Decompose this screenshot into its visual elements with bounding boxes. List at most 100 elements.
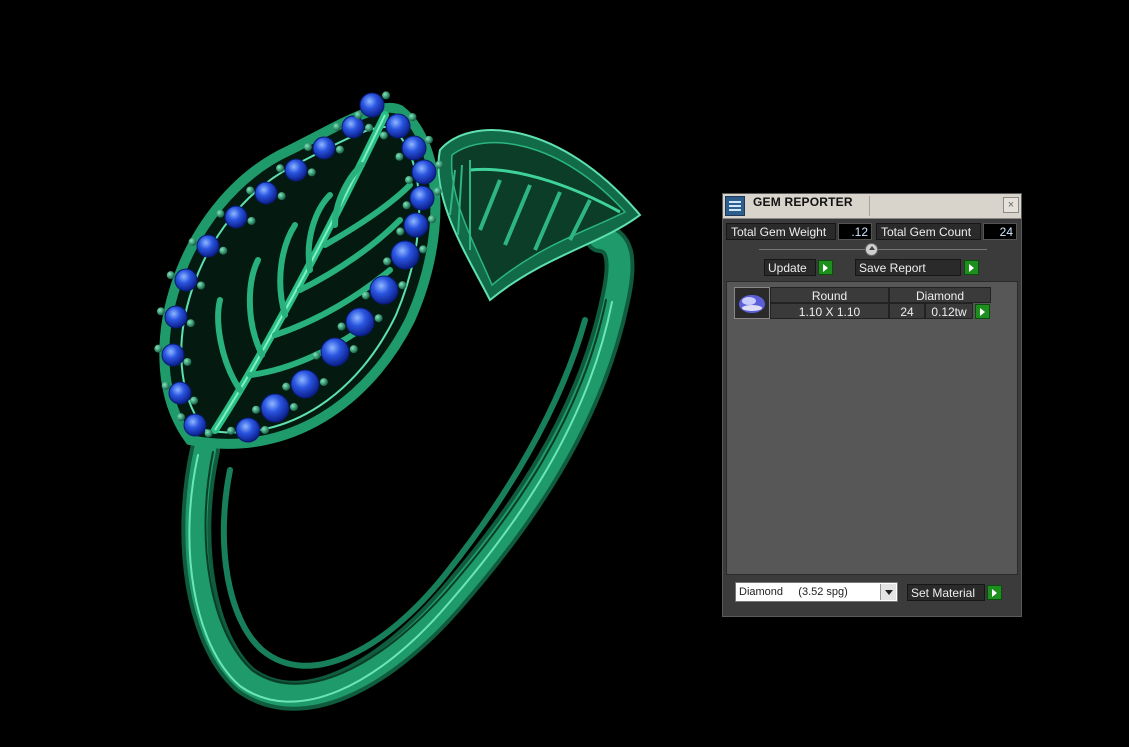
chevron-down-icon[interactable] <box>880 584 896 600</box>
prong-bead <box>307 168 316 177</box>
prong-bead <box>166 271 175 280</box>
gem-stone <box>224 205 248 229</box>
gem-stone <box>411 159 437 185</box>
gem-stone <box>164 305 188 329</box>
prong-bead <box>177 413 186 422</box>
prong-bead <box>289 403 298 412</box>
gem-stone <box>403 212 429 238</box>
gem-material-cell: Diamond <box>889 287 991 303</box>
prong-bead <box>427 215 436 224</box>
gem-reporter-icon <box>725 196 745 216</box>
save-report-arrow-icon[interactable] <box>964 260 979 275</box>
gem-stone <box>183 413 207 437</box>
prong-bead <box>435 160 444 169</box>
material-select-value: Diamond (3.52 spg) <box>739 586 848 598</box>
prong-bead <box>190 396 199 405</box>
set-material-button[interactable]: Set Material <box>907 584 985 601</box>
gem-stone <box>196 234 220 258</box>
close-button[interactable]: × <box>1003 197 1019 213</box>
total-gem-count-label: Total Gem Count <box>876 223 981 240</box>
gem-stone <box>235 417 261 443</box>
gem-stone <box>312 136 336 160</box>
material-select[interactable]: Diamond (3.52 spg) <box>735 582 898 602</box>
prong-bead <box>261 426 269 434</box>
prong-bead <box>398 281 407 290</box>
gem-stone <box>409 185 435 211</box>
prong-bead <box>197 281 206 290</box>
gem-stone <box>260 393 290 423</box>
prong-bead <box>419 245 428 254</box>
gem-stone <box>254 181 278 205</box>
gem-stone <box>385 113 411 139</box>
panel-title: GEM REPORTER <box>753 195 853 209</box>
prong-bead <box>204 429 213 438</box>
panel-titlebar[interactable]: GEM REPORTER × <box>723 194 1021 219</box>
prong-bead <box>247 216 256 225</box>
prong-bead <box>277 192 286 201</box>
prong-bead <box>374 314 383 323</box>
set-material-arrow-icon[interactable] <box>987 585 1002 600</box>
panel-splitter-handle[interactable] <box>865 243 878 256</box>
total-gem-weight-value: .12 <box>838 223 872 240</box>
gem-stone <box>320 337 350 367</box>
gem-stone <box>341 115 365 139</box>
prong-bead <box>337 322 346 331</box>
prong-bead <box>276 164 285 173</box>
prong-bead <box>227 426 236 435</box>
gem-stone <box>174 268 198 292</box>
gem-shape-cell: Round <box>770 287 889 303</box>
total-gem-count-value: 24 <box>983 223 1017 240</box>
prong-bead <box>186 319 195 328</box>
prong-bead <box>395 152 404 161</box>
gem-stone <box>369 275 399 305</box>
update-arrow-icon[interactable] <box>818 260 833 275</box>
prong-bead <box>333 122 342 131</box>
prong-bead <box>405 176 414 185</box>
gem-stone <box>390 240 420 270</box>
prong-bead <box>364 123 373 132</box>
gem-weight-cell: 0.12tw <box>925 303 973 319</box>
prong-bead <box>382 91 391 100</box>
prong-bead <box>349 345 358 354</box>
gem-stone <box>345 307 375 337</box>
prong-bead <box>246 186 255 195</box>
prong-bead <box>424 135 433 144</box>
prong-bead <box>183 357 192 366</box>
prong-bead <box>361 291 370 300</box>
prong-bead <box>354 111 363 120</box>
prong-bead <box>396 227 405 236</box>
prong-bead <box>161 381 170 390</box>
gem-stone <box>284 158 308 182</box>
update-button[interactable]: Update <box>764 259 816 276</box>
gem-stone <box>401 135 427 161</box>
title-divider <box>869 196 870 216</box>
prong-bead <box>433 187 442 196</box>
gem-count-cell: 24 <box>889 303 925 319</box>
save-report-button[interactable]: Save Report <box>855 259 961 276</box>
gem-reporter-panel: GEM REPORTER × Total Gem Weight .12 Tota… <box>722 193 1022 617</box>
prong-bead <box>304 143 313 152</box>
prong-bead <box>252 405 261 414</box>
gem-stone <box>359 92 385 118</box>
prong-bead <box>312 351 321 360</box>
prong-bead <box>319 378 328 387</box>
prong-bead <box>157 307 166 316</box>
total-gem-weight-label: Total Gem Weight <box>726 223 836 240</box>
gem-stone <box>161 343 185 367</box>
prong-bead <box>219 246 228 255</box>
gem-stone <box>290 369 320 399</box>
prong-bead <box>335 145 344 154</box>
gem-size-cell: 1.10 X 1.10 <box>770 303 889 319</box>
prong-bead <box>216 209 225 218</box>
prong-bead <box>383 257 392 266</box>
prong-bead <box>188 237 197 246</box>
gem-stone <box>168 381 192 405</box>
prong-bead <box>379 131 388 140</box>
round-gem-thumbnail-icon <box>734 287 770 319</box>
prong-bead <box>402 201 411 210</box>
gem-list[interactable]: Round Diamond 1.10 X 1.10 24 0.12tw <box>726 281 1018 575</box>
prong-bead <box>282 382 291 391</box>
prong-bead <box>154 344 163 353</box>
prong-bead <box>408 113 417 122</box>
gem-row-arrow-icon[interactable] <box>975 304 990 319</box>
